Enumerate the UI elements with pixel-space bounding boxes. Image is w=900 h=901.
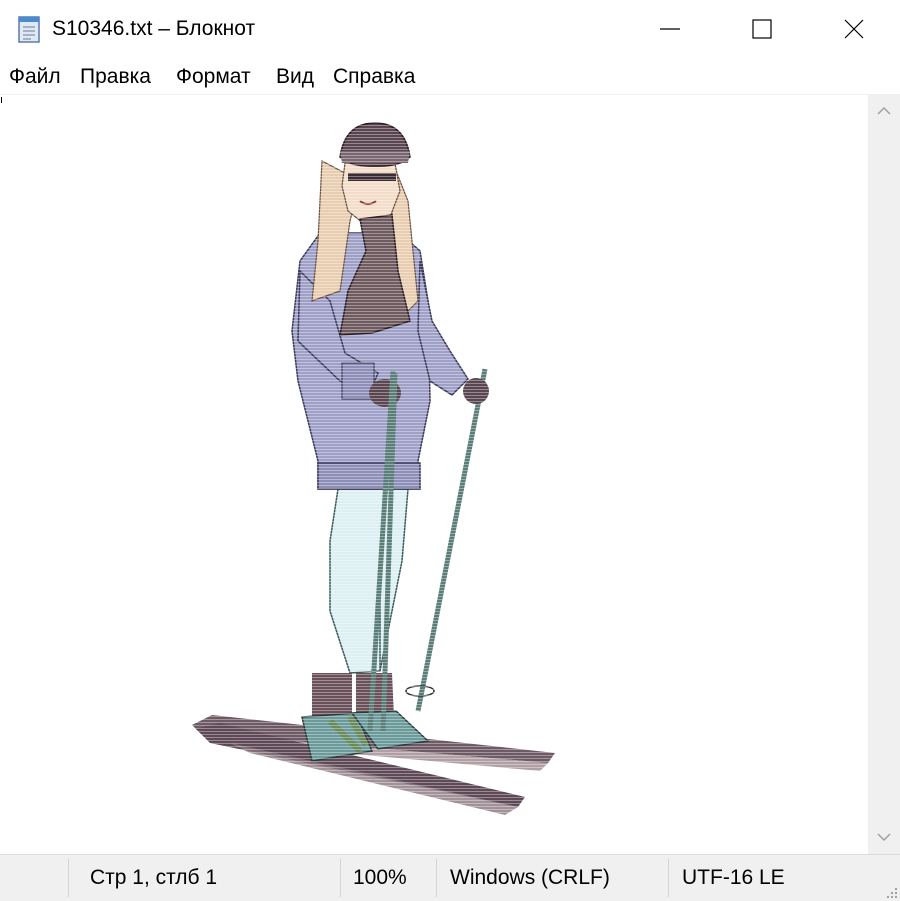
minimize-button[interactable] xyxy=(624,0,716,58)
maximize-button[interactable] xyxy=(716,0,808,58)
status-cursor-position: Стр 1, стлб 1 xyxy=(90,866,218,889)
menu-file[interactable]: Файл xyxy=(9,64,61,90)
resize-grip-icon[interactable] xyxy=(884,885,898,899)
status-divider xyxy=(668,859,669,897)
minimize-icon xyxy=(660,28,680,30)
menu-help[interactable]: Справка xyxy=(333,64,415,90)
status-line-endings: Windows (CRLF) xyxy=(450,866,610,889)
menu-edit[interactable]: Правка xyxy=(80,64,151,90)
chevron-down-icon xyxy=(877,833,891,842)
close-icon xyxy=(844,19,864,39)
close-button[interactable] xyxy=(808,0,900,58)
status-bar: Стр 1, стлб 1 100% Windows (CRLF) UTF-16… xyxy=(0,854,900,901)
status-divider xyxy=(436,859,437,897)
status-divider xyxy=(68,859,69,897)
vertical-scrollbar[interactable] xyxy=(868,94,900,854)
scroll-up-button[interactable] xyxy=(868,94,900,128)
chevron-up-icon xyxy=(877,106,891,115)
status-divider xyxy=(340,859,341,897)
title-bar: S10346.txt – Блокнот xyxy=(0,0,900,58)
window-title: S10346.txt – Блокнот xyxy=(52,17,256,40)
skier-woman-illustration xyxy=(180,111,580,831)
maximize-icon xyxy=(752,19,772,39)
menu-format[interactable]: Формат xyxy=(176,64,251,90)
scroll-down-button[interactable] xyxy=(868,820,900,854)
menu-bar: Файл Правка Формат Вид Справка xyxy=(0,58,900,94)
notepad-icon[interactable] xyxy=(14,14,44,44)
status-zoom: 100% xyxy=(353,866,407,889)
status-encoding: UTF-16 LE xyxy=(682,866,785,889)
menu-view[interactable]: Вид xyxy=(276,64,314,90)
text-editor-area[interactable] xyxy=(0,94,868,855)
